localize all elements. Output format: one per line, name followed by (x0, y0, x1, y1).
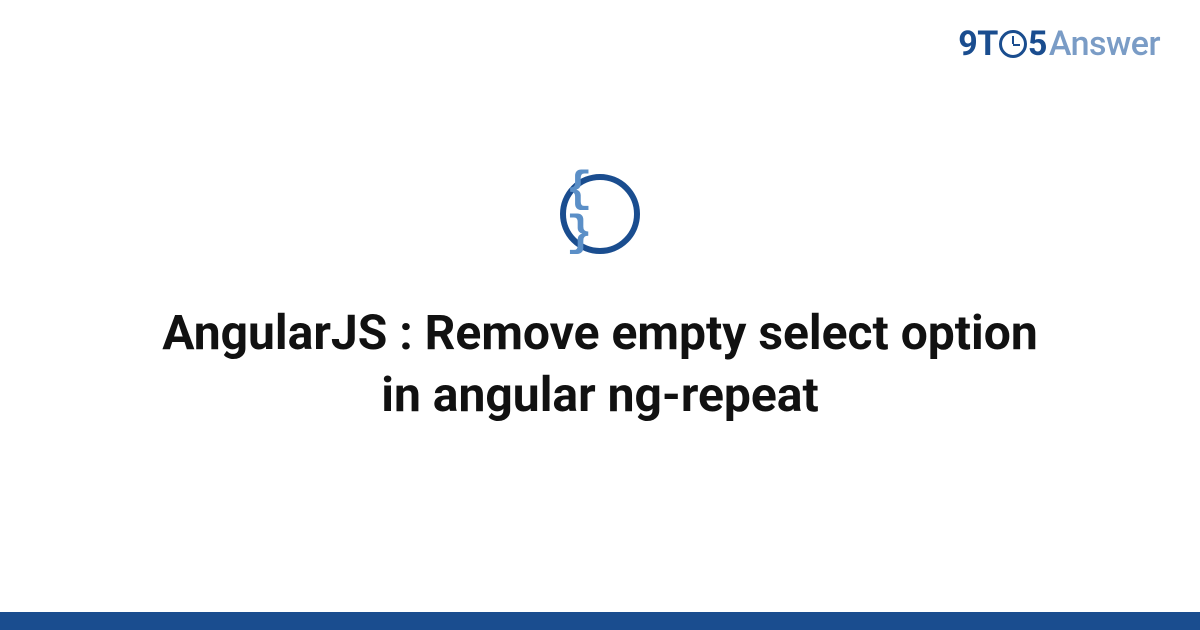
page-title: AngularJS : Remove empty select option i… (120, 302, 1080, 427)
code-braces-icon: { } (566, 168, 634, 256)
category-badge: { } (560, 174, 640, 254)
main-content: { } AngularJS : Remove empty select opti… (0, 0, 1200, 630)
footer-accent-bar (0, 612, 1200, 630)
